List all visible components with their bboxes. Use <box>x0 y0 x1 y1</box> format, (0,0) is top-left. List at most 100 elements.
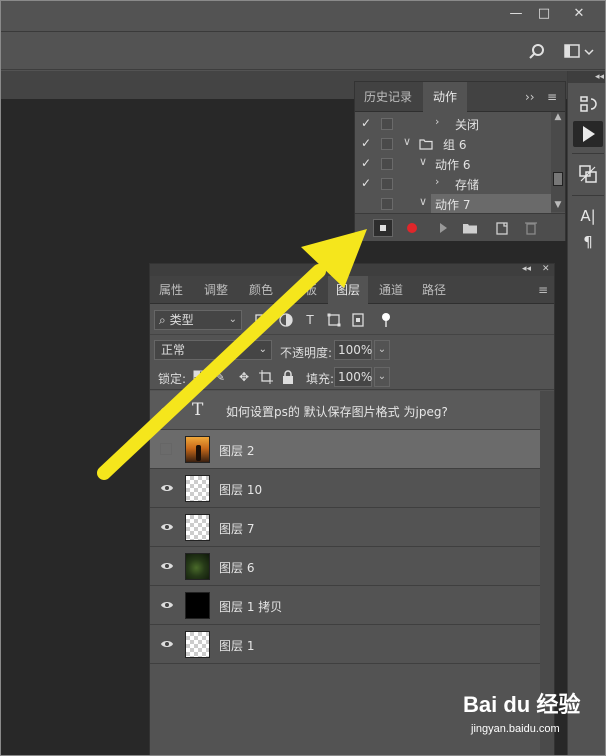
layer-name[interactable]: 如何设置ps的 默认保存图片格式 为jpeg? <box>226 403 448 420</box>
action-row[interactable]: ✓ › 关闭 <box>355 114 551 134</box>
eye-icon[interactable] <box>160 560 174 572</box>
text-layer-icon: T <box>192 400 204 420</box>
collapse-panel-button[interactable]: ◂◂ <box>522 264 531 274</box>
actions-scrollbar[interactable]: ▲ ▼ <box>551 112 565 212</box>
tab-layers[interactable]: 图层 <box>328 276 368 304</box>
tab-swatches[interactable]: 色板 <box>284 276 326 304</box>
lock-artboard-icon[interactable] <box>258 369 274 385</box>
panel-menu-button[interactable]: ≡ <box>534 276 552 304</box>
toggle-item-check[interactable]: ✓ <box>361 156 373 170</box>
delete-action-button[interactable] <box>521 219 541 237</box>
layer-row-selected[interactable]: 图层 2 <box>150 430 540 469</box>
layer-row[interactable]: 图层 10 <box>150 469 540 508</box>
lock-all-icon[interactable] <box>280 369 296 385</box>
workspace-switcher-button[interactable] <box>561 42 601 62</box>
layer-row[interactable]: T 如何设置ps的 默认保存图片格式 为jpeg? <box>150 391 540 430</box>
close-button[interactable]: ✕ <box>566 5 592 23</box>
action-row[interactable]: ✓ › 存储 <box>355 174 551 194</box>
chevron-right-icon[interactable]: › <box>435 175 439 188</box>
eye-icon[interactable] <box>160 521 174 533</box>
tab-actions[interactable]: 动作 <box>423 82 467 112</box>
action-set-row[interactable]: ✓ ∨ 组 6 <box>355 134 551 154</box>
baidu-jingyan-watermark: Bai du 经验 jingyan.baidu.com <box>463 687 603 753</box>
action-row-selected[interactable]: ∨ 动作 7 <box>355 194 551 214</box>
opacity-input[interactable]: 100% <box>334 340 372 360</box>
shape-filter-icon[interactable] <box>326 312 342 328</box>
chevron-down-icon[interactable]: ∨ <box>419 155 427 168</box>
stop-recording-button[interactable] <box>373 219 393 237</box>
chevron-down-icon: ⌄ <box>258 344 267 355</box>
layer-row[interactable]: 图层 6 <box>150 547 540 586</box>
fill-dropdown-button[interactable]: ⌄ <box>374 367 390 387</box>
watermark-url: jingyan.baidu.com <box>471 723 560 735</box>
minimize-button[interactable]: — <box>503 5 529 23</box>
tab-channels[interactable]: 通道 <box>370 276 412 304</box>
action-row[interactable]: ✓ ∨ 动作 6 <box>355 154 551 174</box>
record-button[interactable] <box>402 219 422 237</box>
pixel-filter-icon[interactable] <box>254 312 270 328</box>
paragraph-icon[interactable]: ¶ <box>573 229 603 255</box>
search-icon[interactable] <box>527 42 547 62</box>
layer-name[interactable]: 图层 10 <box>219 481 262 498</box>
eye-icon[interactable] <box>160 482 174 494</box>
maximize-button[interactable]: □ <box>531 5 557 23</box>
history-icon[interactable] <box>573 91 603 117</box>
dialog-toggle-box[interactable] <box>381 138 393 150</box>
collapse-panel-button[interactable]: ›› <box>525 90 535 104</box>
lock-transparent-icon[interactable] <box>192 369 208 385</box>
tab-adjustments[interactable]: 调整 <box>194 276 238 304</box>
tab-paths[interactable]: 路径 <box>414 276 454 304</box>
layer-name[interactable]: 图层 1 拷贝 <box>219 598 282 615</box>
layer-thumbnail <box>185 592 210 619</box>
swatch-paths-icon[interactable] <box>573 161 603 187</box>
toggle-item-check[interactable]: ✓ <box>361 176 373 190</box>
panel-menu-button[interactable]: ≡ <box>547 90 557 104</box>
tab-properties[interactable]: 属性 <box>150 276 192 304</box>
scrollbar-thumb[interactable] <box>553 172 563 186</box>
dialog-toggle-box[interactable] <box>381 178 393 190</box>
layer-name[interactable]: 图层 6 <box>219 559 254 576</box>
adjustment-filter-icon[interactable] <box>278 312 294 328</box>
chevron-down-icon[interactable]: ∨ <box>403 135 411 148</box>
scroll-up-icon[interactable]: ▲ <box>551 112 565 122</box>
scroll-down-icon[interactable]: ▼ <box>551 200 565 210</box>
blend-mode-select[interactable]: 正常 ⌄ <box>154 340 272 360</box>
visibility-toggle-box[interactable] <box>160 443 172 455</box>
divider <box>572 195 604 196</box>
play-button[interactable] <box>433 219 453 237</box>
character-icon[interactable]: A| <box>573 203 603 229</box>
toggle-item-check[interactable]: ✓ <box>361 136 373 150</box>
toggle-item-check[interactable]: ✓ <box>361 116 373 130</box>
dialog-toggle-box[interactable] <box>381 158 393 170</box>
close-panel-button[interactable]: ✕ <box>542 264 550 274</box>
layer-row[interactable]: 图层 1 拷贝 <box>150 586 540 625</box>
filter-kind-select[interactable]: ⌕ 类型 ⌄ <box>154 310 242 330</box>
layer-name[interactable]: 图层 2 <box>219 442 254 459</box>
eye-icon[interactable] <box>160 404 174 416</box>
new-set-button[interactable] <box>460 219 480 237</box>
type-filter-icon[interactable]: T <box>302 312 318 328</box>
lock-fill-row: 锁定: ✎ ✥ 填充: 100% ⌄ <box>150 364 554 390</box>
eye-icon[interactable] <box>160 599 174 611</box>
layer-name[interactable]: 图层 1 <box>219 637 254 654</box>
chevron-right-icon[interactable]: › <box>435 115 439 128</box>
collapse-dock-button[interactable]: ◂◂ <box>568 71 605 83</box>
layer-name[interactable]: 图层 7 <box>219 520 254 537</box>
layer-row[interactable]: 图层 7 <box>150 508 540 547</box>
opacity-dropdown-button[interactable]: ⌄ <box>374 340 390 360</box>
dialog-toggle-box[interactable] <box>381 198 393 210</box>
layer-row[interactable]: 图层 1 <box>150 625 540 664</box>
tab-color[interactable]: 颜色 <box>240 276 282 304</box>
smart-object-filter-icon[interactable] <box>350 312 366 328</box>
lock-position-icon[interactable]: ✥ <box>236 369 252 385</box>
chevron-down-icon[interactable]: ∨ <box>419 195 427 208</box>
record-icon <box>407 223 417 233</box>
lock-pixels-icon[interactable]: ✎ <box>212 369 228 385</box>
filter-toggle-icon[interactable] <box>378 312 394 328</box>
fill-input[interactable]: 100% <box>334 367 372 387</box>
dialog-toggle-box[interactable] <box>381 118 393 130</box>
play-actions-icon[interactable] <box>573 121 603 147</box>
tab-history[interactable]: 历史记录 <box>355 82 421 112</box>
new-action-button[interactable] <box>492 219 512 237</box>
eye-icon[interactable] <box>160 638 174 650</box>
